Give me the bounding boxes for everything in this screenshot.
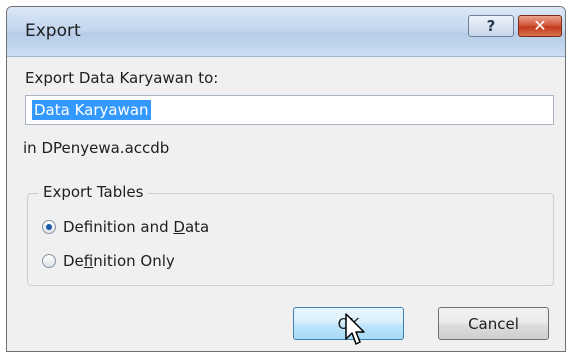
close-icon: ✕ — [533, 16, 547, 35]
export-tables-group: Export Tables Definition and Data Defini… — [27, 183, 554, 286]
close-button[interactable]: ✕ — [518, 15, 562, 37]
radio-definition-and-data[interactable]: Definition and Data — [42, 218, 209, 236]
export-tables-legend: Export Tables — [38, 183, 149, 201]
dialog-title: Export — [25, 21, 81, 41]
help-icon: ? — [486, 17, 496, 35]
export-name-input[interactable]: Data Karyawan — [25, 95, 554, 125]
export-dialog: Export ? ✕ Export Data Karyawan to: Data… — [6, 6, 566, 352]
radio-label-definition-and-data: Definition and Data — [63, 218, 210, 236]
radio-button-checked[interactable] — [42, 220, 56, 234]
radio-definition-only[interactable]: Definition Only — [42, 252, 175, 270]
export-prompt-label: Export Data Karyawan to: — [25, 69, 219, 87]
location-text: in DPenyewa.accdb — [23, 139, 170, 157]
cancel-button-label: Cancel — [468, 314, 519, 333]
cancel-button[interactable]: Cancel — [438, 307, 549, 340]
title-bar[interactable]: Export ? ✕ — [7, 7, 565, 57]
export-name-value: Data Karyawan — [32, 100, 151, 120]
help-button[interactable]: ? — [468, 15, 514, 37]
mouse-pointer-icon — [345, 313, 365, 345]
radio-label-definition-only: Definition Only — [63, 252, 175, 270]
radio-button-unchecked[interactable] — [42, 254, 56, 268]
